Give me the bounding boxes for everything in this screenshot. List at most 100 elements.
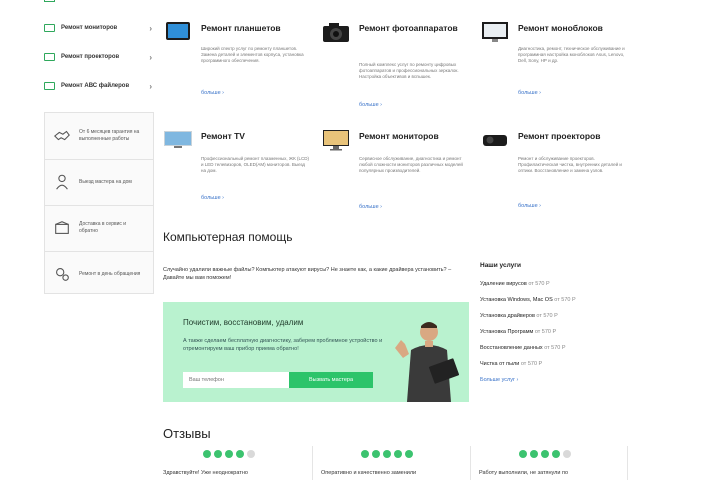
monoblock-icon [482, 22, 508, 42]
chevron-right-icon: › [149, 81, 152, 91]
service-more-link[interactable]: больше › [201, 90, 224, 96]
feature-text: От 6 месяцев гарантия на выполненные раб… [79, 129, 140, 142]
service-title[interactable]: Ремонт планшетов [201, 22, 313, 34]
service-desc: Сервисное обслуживание, диагностика и ре… [359, 156, 463, 173]
review-text: Здравствуйте! Уже неоднократно [163, 470, 248, 476]
service-price: от 570 Р [544, 345, 566, 351]
service-list-item[interactable]: Установка Windows, Mac OS от 570 Р [480, 297, 576, 303]
service-title[interactable]: Ремонт TV [201, 130, 313, 142]
star-icon [552, 450, 560, 458]
feature-text: Выезд мастера на дом [79, 178, 132, 185]
feature-home-visit: Выезд мастера на дом [45, 159, 153, 206]
feature-text: Доставка в сервис и обратно [79, 221, 127, 234]
service-list-item[interactable]: Удаление вирусов от 570 Р [480, 281, 550, 287]
service-card-tablets: Ремонт планшетов Широкий спектр услуг по… [163, 20, 313, 100]
device-icon [44, 82, 55, 90]
service-name: Чистка от пыли [480, 361, 520, 367]
star-icon [247, 450, 255, 458]
sidebar-features: От 6 месяцев гарантия на выполненные раб… [44, 112, 154, 294]
star-icon [519, 450, 527, 458]
review-card: Здравствуйте! Уже неоднократно [155, 446, 305, 480]
call-master-button[interactable]: Вызвать мастера [289, 372, 373, 388]
service-desc: Ремонт и обслуживание проекторов. Профил… [518, 156, 622, 173]
feature-warranty: От 6 месяцев гарантия на выполненные раб… [45, 113, 153, 160]
service-price: от 570 Р [554, 297, 576, 303]
rating-stars [203, 450, 258, 458]
service-title[interactable]: Ремонт моноблоков [518, 22, 630, 34]
tablet-icon [166, 22, 190, 40]
monitor-icon [44, 24, 55, 32]
service-price: от 570 Р [528, 281, 550, 287]
star-icon [394, 450, 402, 458]
service-card-monoblocks: Ремонт моноблоков Диагностика, ремонт, т… [480, 20, 630, 100]
phone-input[interactable] [183, 372, 289, 388]
section-title-computer-help: Компьютерная помощь [163, 230, 293, 244]
review-text: Оперативно и качественно заменили [321, 470, 417, 476]
chevron-right-icon: › [149, 52, 152, 62]
service-title[interactable]: Ремонт проекторов [518, 130, 630, 142]
star-icon [383, 450, 391, 458]
service-price: от 570 Р [536, 313, 558, 319]
monitor-icon [323, 130, 349, 151]
service-list-item[interactable]: Установка драйверов от 570 Р [480, 313, 558, 319]
tv-icon [164, 131, 192, 148]
camera-icon [323, 23, 349, 42]
service-list-item[interactable]: Чистка от пыли от 570 Р [480, 361, 542, 367]
star-icon [236, 450, 244, 458]
promo-banner: Почистим, восстановим, удалим А также сд… [163, 302, 469, 402]
star-icon [405, 450, 413, 458]
service-more-link[interactable]: больше › [518, 203, 541, 209]
service-title[interactable]: Ремонт мониторов [359, 130, 471, 142]
sidebar-item-abs[interactable]: Ремонт АВС файлеров › [44, 74, 154, 98]
feature-text: Ремонт в день обращения [79, 270, 141, 277]
service-more-link[interactable]: больше › [359, 102, 382, 108]
banner-text: А также сделаем бесплатную диагностику, … [183, 338, 383, 352]
service-desc: Широкий спектр услуг по ремонту планшето… [201, 46, 304, 63]
star-icon [530, 450, 538, 458]
service-more-link[interactable]: больше › [201, 195, 224, 201]
service-desc: Диагностика, ремонт, техническое обслужи… [518, 46, 625, 63]
feature-delivery: Доставка в сервис и обратно [45, 205, 153, 252]
sidebar-item-label: Ремонт проекторов [61, 54, 120, 60]
sidebar-item-monitors[interactable]: Ремонт мониторов › [44, 16, 154, 40]
service-desc: Полный комплекс услуг по ремонту цифровы… [359, 62, 459, 79]
handshake-icon [53, 130, 70, 141]
service-price: от 570 Р [534, 329, 557, 335]
rating-stars [519, 450, 574, 458]
person-pin-icon [56, 174, 68, 190]
service-card-monitors: Ремонт мониторов Сервисное обслуживание,… [321, 128, 471, 214]
service-card-cameras: Ремонт фотоаппаратов Полный комплекс усл… [321, 20, 471, 112]
service-list-item[interactable]: Восстановление данных от 570 Р [480, 345, 566, 351]
service-price: от 570 Р [520, 361, 543, 367]
service-name: Установка Windows, Mac OS [480, 297, 553, 303]
star-icon [225, 450, 233, 458]
service-title[interactable]: Ремонт фотоаппаратов [359, 22, 471, 34]
review-card: Работу выполнили, не затянули по [470, 446, 628, 480]
service-more-link[interactable]: больше › [518, 90, 541, 96]
rating-stars [361, 450, 416, 458]
review-card: Оперативно и качественно заменили [312, 446, 463, 480]
star-icon [563, 450, 571, 458]
star-icon [361, 450, 369, 458]
review-text: Работу выполнили, не затянули по [479, 470, 569, 476]
service-more-link[interactable]: больше › [359, 204, 382, 210]
service-name: Удаление вирусов [480, 281, 527, 287]
sidebar-item-label: Ремонт мониторов [61, 25, 118, 31]
service-name: Установка драйверов [480, 313, 535, 319]
star-icon [203, 450, 211, 458]
star-icon [372, 450, 380, 458]
technician-image [395, 322, 460, 402]
chevron-right-icon: › [149, 23, 152, 33]
more-services-link[interactable]: Больше услуг › [480, 377, 518, 383]
sidebar-item-projectors[interactable]: Ремонт проекторов › [44, 45, 154, 69]
feature-same-day: Ремонт в день обращения [45, 251, 153, 297]
service-card-projectors: Ремонт проекторов Ремонт и обслуживание … [480, 128, 630, 214]
star-icon [214, 450, 222, 458]
gears-icon [56, 268, 69, 281]
banner-title: Почистим, восстановим, удалим [183, 318, 304, 327]
service-name: Восстановление данных [480, 345, 543, 351]
service-list-item[interactable]: Установка Программ от 570 Р [480, 329, 556, 335]
projector-icon [483, 135, 507, 146]
section-title-reviews: Отзывы [163, 426, 211, 441]
service-desc: Профессиональный ремонт плазменных, ЖК (… [201, 156, 309, 173]
